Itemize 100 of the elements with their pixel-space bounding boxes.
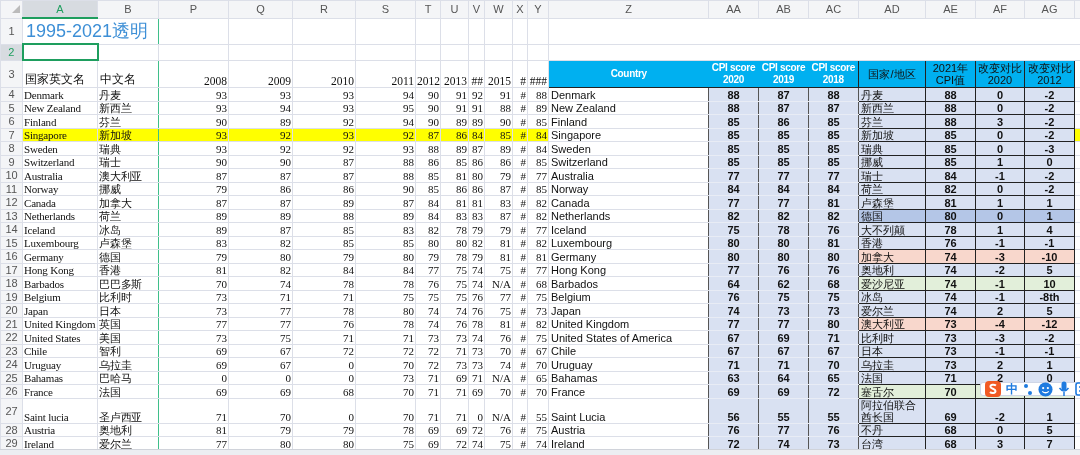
table-cell: 71 xyxy=(468,371,485,385)
table-cell: 95 xyxy=(355,101,416,115)
table-cell: # xyxy=(512,384,528,398)
table-cell: 79 xyxy=(484,168,513,182)
table-cell: 69 xyxy=(158,357,229,371)
table-cell: 卢森堡 xyxy=(97,236,159,250)
column-header[interactable]: AD xyxy=(858,0,926,18)
table-cell: Denmark xyxy=(22,87,98,101)
table-cell: 87 xyxy=(468,141,485,155)
column-header[interactable]: AA xyxy=(708,0,759,18)
table-cell: 88 xyxy=(355,155,416,169)
table-cell: 71 xyxy=(440,344,469,358)
table-cell: 82 xyxy=(527,236,549,250)
column-header[interactable]: S xyxy=(355,0,416,18)
table-cell: 78 xyxy=(440,222,469,236)
table-cell: # xyxy=(512,128,528,142)
column-header[interactable]: Y xyxy=(527,0,549,18)
column-header[interactable]: P xyxy=(158,0,229,18)
table-cell: 巴巴多斯 xyxy=(97,276,159,290)
table-cell: 71 xyxy=(415,371,441,385)
table-cell: 65 xyxy=(527,371,549,385)
column-header[interactable]: W xyxy=(484,0,513,18)
table-cell: 79 xyxy=(468,222,485,236)
table-cell: 79 xyxy=(228,423,293,437)
sheet-title: 1995-2021透明 xyxy=(26,21,149,41)
column-header[interactable]: U xyxy=(440,0,469,18)
table-cell: 72 xyxy=(415,357,441,371)
table-cell: 94 xyxy=(355,87,416,101)
table-cell: 丹麦 xyxy=(97,87,159,101)
table-cell: 芬兰 xyxy=(97,114,159,128)
punctuation-icon[interactable] xyxy=(1023,382,1033,396)
table-cell: 77 xyxy=(228,303,293,317)
table-cell: 0 xyxy=(292,357,356,371)
table-cell: 93 xyxy=(228,87,293,101)
logo-icon[interactable] xyxy=(985,381,1001,397)
table-cell: 89 xyxy=(440,114,469,128)
table-cell: 69 xyxy=(468,384,485,398)
table-cell: 新西兰 xyxy=(97,101,159,115)
table-cell: 80 xyxy=(355,303,416,317)
active-cell[interactable] xyxy=(22,44,98,60)
column-header[interactable]: AB xyxy=(758,0,809,18)
table-cell: 77 xyxy=(527,263,549,277)
table-cell: # xyxy=(512,303,528,317)
column-header[interactable]: R xyxy=(292,0,356,18)
row-header[interactable]: 1 xyxy=(0,18,23,44)
table-cell: Uruguay xyxy=(548,357,709,371)
table-cell: 智利 xyxy=(97,344,159,358)
row-header[interactable]: 3 xyxy=(0,60,23,88)
table-cell: 83 xyxy=(484,195,513,209)
table-cell: 73 xyxy=(440,330,469,344)
column-header[interactable]: Q xyxy=(228,0,293,18)
column-header[interactable]: Z xyxy=(548,0,709,18)
table-cell: Luxembourg xyxy=(548,236,709,250)
table-cell: 86 xyxy=(468,182,485,196)
table-cell: 73 xyxy=(158,330,229,344)
table-cell: 83 xyxy=(440,209,469,223)
column-header[interactable]: AF xyxy=(975,0,1025,18)
table-cell: 89 xyxy=(228,209,293,223)
column-heading: 国家英文名 xyxy=(22,60,98,88)
table-cell: 72 xyxy=(292,344,356,358)
column-header[interactable]: AE xyxy=(925,0,976,18)
table-cell: Austria xyxy=(22,423,98,437)
table-cell: 71 xyxy=(440,384,469,398)
table-cell: 87 xyxy=(228,222,293,236)
column-header[interactable]: B xyxy=(97,0,159,18)
table-cell: 71 xyxy=(292,330,356,344)
table-cell: 80 xyxy=(355,249,416,263)
table-cell: 70 xyxy=(158,276,229,290)
column-header[interactable]: T xyxy=(415,0,441,18)
table-cell: 88 xyxy=(415,141,441,155)
table-cell: 76 xyxy=(468,303,485,317)
table-cell: 香港 xyxy=(97,263,159,277)
table-cell: 90 xyxy=(228,155,293,169)
table-cell: 84 xyxy=(415,195,441,209)
table-cell: 91 xyxy=(440,87,469,101)
microphone-icon[interactable] xyxy=(1058,381,1070,397)
table-cell: 69 xyxy=(158,344,229,358)
table-cell: 71 xyxy=(415,384,441,398)
column-header[interactable]: AG xyxy=(1024,0,1075,18)
table-cell: # xyxy=(512,141,528,155)
table-cell: Canada xyxy=(22,195,98,209)
smiley-icon[interactable] xyxy=(1038,381,1053,397)
table-cell: Switzerland xyxy=(22,155,98,169)
table-cell: 乌拉圭 xyxy=(97,357,159,371)
table-cell: 75 xyxy=(440,290,469,304)
row-header[interactable]: 27 xyxy=(0,398,23,423)
table-cell: 75 xyxy=(440,263,469,277)
table-cell: 79 xyxy=(415,249,441,263)
table-cell: Canada xyxy=(548,195,709,209)
table-cell: 89 xyxy=(158,222,229,236)
table-cell: Bahamas xyxy=(548,371,709,385)
column-header[interactable]: AC xyxy=(808,0,859,18)
table-cell: 85 xyxy=(527,155,549,169)
table-cell: Japan xyxy=(22,303,98,317)
table-cell: 73 xyxy=(415,330,441,344)
table-cell: 德国 xyxy=(97,249,159,263)
table-cell: 77 xyxy=(228,317,293,331)
table-cell: 75 xyxy=(527,423,549,437)
table-cell: 92 xyxy=(468,87,485,101)
table-cell: 74 xyxy=(415,317,441,331)
